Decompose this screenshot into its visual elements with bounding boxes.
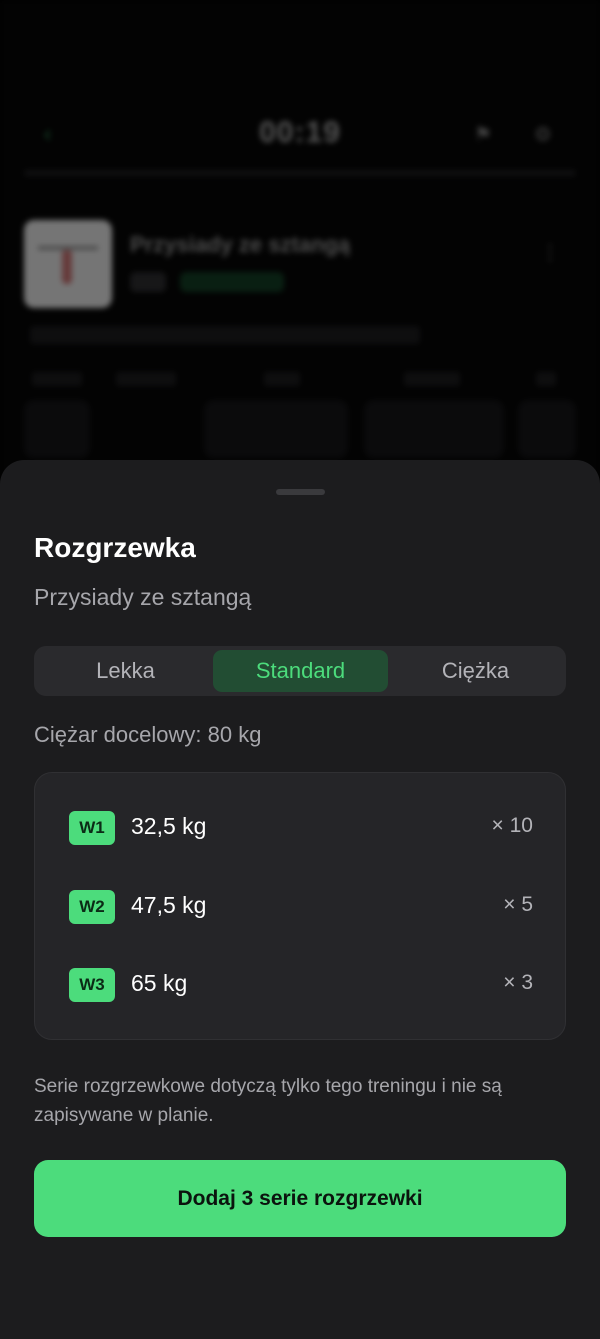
warmup-sets-list: W1 32,5 kg × 10 W2 47,5 kg × 5 W3 65 kg … (34, 772, 566, 1040)
info-text: Serie rozgrzewkowe dotyczą tylko tego tr… (34, 1076, 502, 1126)
sheet-title: Rozgrzewka (34, 532, 196, 563)
tab-standard[interactable]: Standard (213, 650, 388, 692)
list-item: W3 65 kg × 3 (35, 966, 567, 1006)
set-weight: 32,5 kg (131, 813, 207, 839)
list-item: W2 47,5 kg × 5 (35, 888, 567, 928)
add-warmup-sets-button[interactable]: Dodaj 3 serie rozgrzewki (34, 1160, 566, 1237)
set-reps: × 3 (503, 971, 533, 994)
set-reps: × 5 (503, 893, 533, 916)
set-weight: 65 kg (131, 970, 188, 996)
tab-ciezka[interactable]: Ciężka (388, 650, 563, 692)
sheet-subtitle: Przysiady ze sztangą (34, 584, 252, 610)
set-badge: W1 (69, 811, 115, 845)
drag-handle[interactable] (276, 489, 325, 495)
warmup-bottom-sheet: Rozgrzewka Przysiady ze sztangą Lekka St… (0, 460, 600, 1339)
set-reps: × 10 (491, 814, 533, 837)
set-badge: W3 (69, 968, 115, 1002)
list-item: W1 32,5 kg × 10 (35, 809, 567, 849)
set-badge: W2 (69, 890, 115, 924)
set-weight: 47,5 kg (131, 892, 207, 918)
tab-lekka[interactable]: Lekka (38, 650, 213, 692)
target-weight: Ciężar docelowy: 80 kg (34, 722, 262, 747)
intensity-selector: Lekka Standard Ciężka (34, 646, 566, 696)
